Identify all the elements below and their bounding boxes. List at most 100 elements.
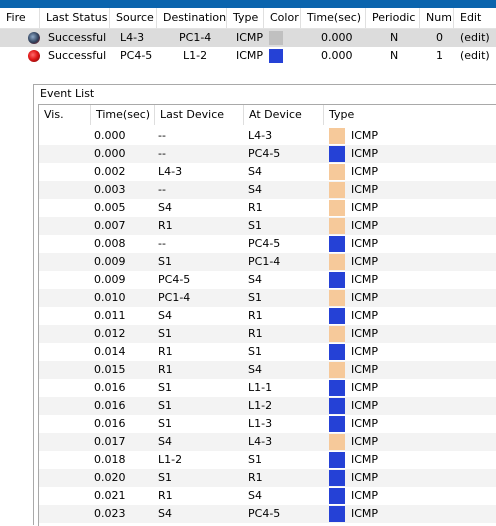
type: ICMP — [236, 31, 264, 44]
edit-link[interactable]: (edit) — [460, 29, 490, 47]
event-at-device: S4 — [248, 183, 262, 196]
event-color-swatch — [329, 308, 345, 324]
event-row[interactable]: 0.002 L4-3 S4 ICMP — [39, 163, 496, 181]
event-type: ICMP — [351, 255, 379, 268]
color-swatch — [269, 31, 283, 45]
event-last-device: R1 — [158, 345, 173, 358]
event-type: ICMP — [351, 417, 379, 430]
source: PC4-5 — [120, 49, 153, 62]
num: 0 — [436, 31, 443, 44]
event-row[interactable]: 0.009 S1 PC1-4 ICMP — [39, 253, 496, 271]
event-row[interactable]: 0.003 -- S4 ICMP — [39, 181, 496, 199]
event-at-device: S1 — [248, 219, 262, 232]
event-row[interactable]: 0.016 S1 L1-2 ICMP — [39, 397, 496, 415]
event-time: 0.007 — [94, 219, 126, 232]
event-type: ICMP — [351, 201, 379, 214]
event-row[interactable]: 0.000 -- L4-3 ICMP — [39, 127, 496, 145]
event-row[interactable]: 0.005 S4 R1 ICMP — [39, 199, 496, 217]
event-row[interactable]: 0.009 PC4-5 S4 ICMP — [39, 271, 496, 289]
header-color[interactable]: Color — [264, 8, 301, 28]
event-at-device: L1-2 — [248, 399, 273, 412]
event-row[interactable]: 0.011 S4 R1 ICMP — [39, 307, 496, 325]
event-last-device: S1 — [158, 327, 172, 340]
event-row[interactable]: 0.020 S1 R1 ICMP — [39, 469, 496, 487]
header-time[interactable]: Time(sec) — [91, 105, 155, 125]
event-row[interactable]: 0.021 R1 S4 ICMP — [39, 487, 496, 505]
event-color-swatch — [329, 326, 345, 342]
event-type: ICMP — [351, 345, 379, 358]
header-at-device[interactable]: At Device — [244, 105, 324, 125]
window-top-bar — [0, 0, 496, 8]
event-time: 0.023 — [94, 507, 126, 520]
edit-link[interactable]: (edit) — [460, 47, 490, 65]
event-row[interactable]: 0.015 R1 S4 ICMP — [39, 361, 496, 379]
event-type: ICMP — [351, 399, 379, 412]
event-type: ICMP — [351, 219, 379, 232]
event-at-device: R1 — [248, 309, 263, 322]
event-time: 0.005 — [94, 201, 126, 214]
event-color-swatch — [329, 272, 345, 288]
event-row[interactable]: 0.010 PC1-4 S1 ICMP — [39, 289, 496, 307]
header-last-status[interactable]: Last Status — [40, 8, 110, 28]
event-last-device: S4 — [158, 435, 172, 448]
event-type: ICMP — [351, 165, 379, 178]
header-source[interactable]: Source — [110, 8, 157, 28]
event-row[interactable]: 0.012 S1 R1 ICMP — [39, 325, 496, 343]
event-at-device: R1 — [248, 201, 263, 214]
event-color-swatch — [329, 398, 345, 414]
event-color-swatch — [329, 128, 345, 144]
event-type: ICMP — [351, 381, 379, 394]
event-at-device: R1 — [248, 327, 263, 340]
header-last-device[interactable]: Last Device — [155, 105, 244, 125]
event-color-swatch — [329, 488, 345, 504]
event-color-swatch — [329, 164, 345, 180]
event-at-device: R1 — [248, 471, 263, 484]
event-last-device: -- — [158, 129, 166, 142]
event-at-device: S4 — [248, 273, 262, 286]
event-type: ICMP — [351, 363, 379, 376]
event-row[interactable]: 0.007 R1 S1 ICMP — [39, 217, 496, 235]
event-time: 0.012 — [94, 327, 126, 340]
header-fire[interactable]: Fire — [0, 8, 40, 28]
header-periodic[interactable]: Periodic — [366, 8, 420, 28]
fire-button-icon[interactable] — [28, 32, 40, 44]
num: 1 — [436, 49, 443, 62]
header-destination[interactable]: Destination — [157, 8, 227, 28]
header-edit[interactable]: Edit — [454, 8, 496, 28]
event-row[interactable]: 0.000 -- PC4-5 ICMP — [39, 145, 496, 163]
event-at-device: S1 — [248, 291, 262, 304]
event-last-device: S4 — [158, 507, 172, 520]
header-num[interactable]: Num — [420, 8, 454, 28]
event-row[interactable]: 0.023 S4 PC4-5 ICMP — [39, 505, 496, 523]
header-type[interactable]: Type — [324, 105, 496, 125]
header-type[interactable]: Type — [227, 8, 264, 28]
event-at-device: S4 — [248, 489, 262, 502]
event-last-device: R1 — [158, 219, 173, 232]
time: 0.000 — [321, 31, 353, 44]
event-row[interactable]: 0.016 S1 L1-1 ICMP — [39, 379, 496, 397]
event-at-device: L1-3 — [248, 417, 273, 430]
event-type: ICMP — [351, 273, 379, 286]
event-row[interactable]: 0.008 -- PC4-5 ICMP — [39, 235, 496, 253]
event-at-device: S1 — [248, 345, 262, 358]
event-last-device: S1 — [158, 471, 172, 484]
event-last-device: R1 — [158, 489, 173, 502]
event-row[interactable]: 0.014 R1 S1 ICMP — [39, 343, 496, 361]
header-time[interactable]: Time(sec) — [301, 8, 366, 28]
header-vis[interactable]: Vis. — [39, 105, 91, 125]
pdu-row[interactable]: Successful PC4-5 L1-2 ICMP 0.000 N 1 (ed… — [0, 47, 496, 65]
event-at-device: L4-3 — [248, 129, 273, 142]
event-last-device: S1 — [158, 381, 172, 394]
event-time: 0.016 — [94, 417, 126, 430]
event-time: 0.017 — [94, 435, 126, 448]
event-row[interactable]: 0.016 S1 L1-3 ICMP — [39, 415, 496, 433]
pdu-row[interactable]: Successful L4-3 PC1-4 ICMP 0.000 N 0 (ed… — [0, 29, 496, 47]
event-time: 0.009 — [94, 273, 126, 286]
event-row[interactable]: 0.018 L1-2 S1 ICMP — [39, 451, 496, 469]
event-at-device: PC4-5 — [248, 147, 281, 160]
event-color-swatch — [329, 470, 345, 486]
event-type: ICMP — [351, 471, 379, 484]
event-color-swatch — [329, 254, 345, 270]
fire-button-icon[interactable] — [28, 50, 40, 62]
event-row[interactable]: 0.017 S4 L4-3 ICMP — [39, 433, 496, 451]
